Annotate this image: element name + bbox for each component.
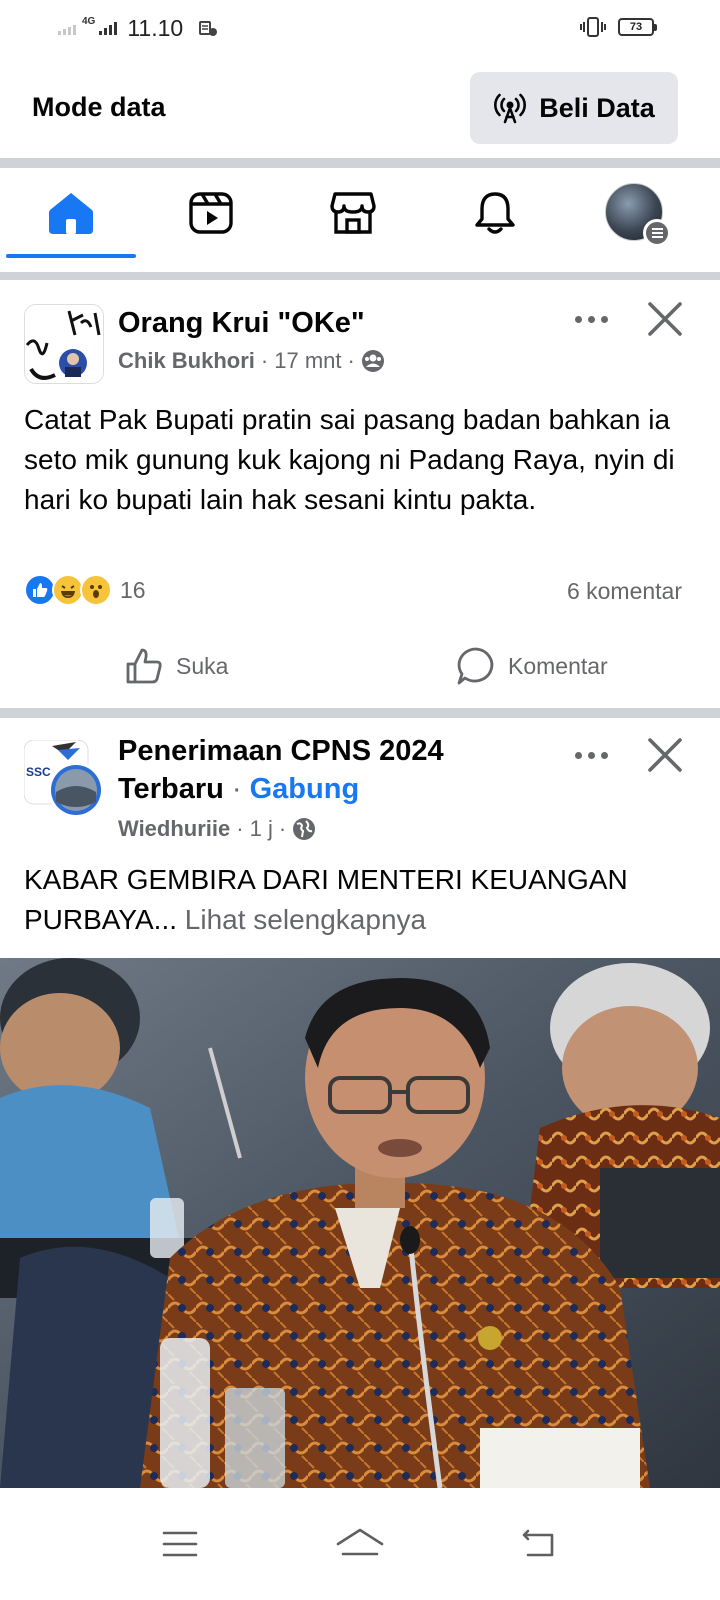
thumbs-up-icon bbox=[126, 648, 162, 684]
video-icon bbox=[189, 192, 233, 234]
post-meta: Wiedhuriie · 1 j · bbox=[118, 816, 316, 842]
tab-marketplace[interactable] bbox=[288, 168, 418, 258]
comment-count[interactable]: 6 komentar bbox=[567, 578, 682, 605]
signal-1-icon bbox=[58, 21, 76, 35]
home-button[interactable] bbox=[330, 1514, 390, 1574]
group-avatar[interactable] bbox=[24, 304, 104, 384]
group-avatar-image bbox=[25, 305, 103, 383]
status-left: 4G 11.10 bbox=[58, 14, 219, 42]
post-card: Orang Krui "OKe" Chik Bukhori · 17 mnt ·… bbox=[0, 280, 720, 708]
bell-icon bbox=[475, 192, 515, 234]
home-icon bbox=[49, 193, 93, 234]
author-name[interactable]: Wiedhuriie bbox=[118, 816, 230, 842]
reaction-count: 16 bbox=[120, 576, 146, 603]
system-navigation-bar bbox=[0, 1488, 720, 1600]
reactions-summary[interactable]: 16 bbox=[24, 574, 146, 606]
author-name[interactable]: Chik Bukhori bbox=[118, 348, 255, 374]
data-saver-icon bbox=[199, 21, 218, 36]
back-icon bbox=[522, 1529, 554, 1557]
post-text: Catat Pak Bupati pratin sai pasang badan… bbox=[24, 404, 675, 515]
more-options-button[interactable] bbox=[566, 304, 616, 334]
back-button[interactable] bbox=[508, 1514, 568, 1574]
tab-video[interactable] bbox=[146, 168, 276, 258]
menu-icon bbox=[643, 219, 671, 247]
group-name-line2: Terbaru bbox=[118, 773, 224, 805]
tab-profile-menu[interactable] bbox=[570, 168, 700, 258]
post-photo-image bbox=[0, 958, 720, 1488]
more-options-button[interactable] bbox=[566, 740, 616, 770]
group-icon bbox=[361, 350, 384, 372]
group-avatar[interactable]: SSC bbox=[23, 739, 104, 820]
comment-button[interactable]: Komentar bbox=[456, 636, 608, 696]
close-icon[interactable] bbox=[644, 298, 686, 340]
data-mode-bar: Mode data Beli Data bbox=[0, 62, 720, 158]
tab-home[interactable] bbox=[6, 168, 136, 258]
divider bbox=[0, 158, 720, 168]
globe-icon bbox=[293, 818, 316, 840]
comment-icon bbox=[457, 647, 494, 685]
group-name[interactable]: Orang Krui "OKe" bbox=[118, 304, 365, 342]
menu-icon bbox=[162, 1531, 198, 1557]
wow-reaction-icon bbox=[80, 574, 112, 606]
post-card: SSC Penerimaan CPNS 2024 Terbaru · Gabun… bbox=[0, 718, 720, 958]
vibrate-icon bbox=[580, 17, 606, 37]
post-photo[interactable] bbox=[0, 958, 720, 1488]
network-type: 4G bbox=[82, 15, 96, 27]
join-button[interactable]: Gabung bbox=[250, 773, 360, 805]
profile-avatar bbox=[605, 183, 671, 247]
svg-text:SSC: SSC bbox=[26, 765, 51, 779]
clock: 11.10 bbox=[127, 14, 184, 41]
battery-indicator: 73 bbox=[618, 18, 657, 36]
group-name-line1: Penerimaan CPNS 2024 bbox=[118, 735, 444, 767]
see-more-link[interactable]: Lihat selengkapnya bbox=[185, 904, 426, 935]
battery-level: 73 bbox=[629, 21, 643, 33]
like-button[interactable]: Suka bbox=[124, 636, 228, 696]
buy-data-label: Beli Data bbox=[539, 92, 655, 123]
post-meta: Chik Bukhori · 17 mnt · bbox=[118, 348, 385, 374]
data-mode-title: Mode data bbox=[32, 92, 166, 122]
recent-apps-button[interactable] bbox=[150, 1514, 210, 1574]
comment-label: Komentar bbox=[508, 652, 608, 679]
marketplace-icon bbox=[330, 192, 376, 234]
signal-2-icon bbox=[99, 21, 118, 35]
divider bbox=[0, 708, 720, 718]
post-actions: Suka Komentar bbox=[0, 636, 720, 696]
group-avatar-image: SSC bbox=[23, 739, 104, 818]
status-right: 73 bbox=[580, 16, 657, 38]
broadcast-icon bbox=[494, 93, 527, 124]
buy-data-button[interactable]: Beli Data bbox=[470, 72, 678, 144]
like-label: Suka bbox=[176, 652, 229, 679]
group-name[interactable]: Penerimaan CPNS 2024 Terbaru · Gabung bbox=[118, 732, 444, 808]
post-time[interactable]: 17 mnt bbox=[274, 348, 341, 374]
status-bar: 4G 11.10 73 bbox=[0, 0, 720, 56]
active-tab-indicator bbox=[6, 254, 136, 258]
home-outline-icon bbox=[336, 1528, 384, 1556]
tab-notifications[interactable] bbox=[430, 168, 560, 258]
post-time[interactable]: 1 j bbox=[250, 816, 273, 842]
main-nav bbox=[0, 168, 720, 260]
divider bbox=[0, 272, 720, 280]
post-text: KABAR GEMBIRA DARI MENTERI KEUANGAN PURB… bbox=[24, 860, 694, 940]
close-icon[interactable] bbox=[644, 734, 686, 776]
